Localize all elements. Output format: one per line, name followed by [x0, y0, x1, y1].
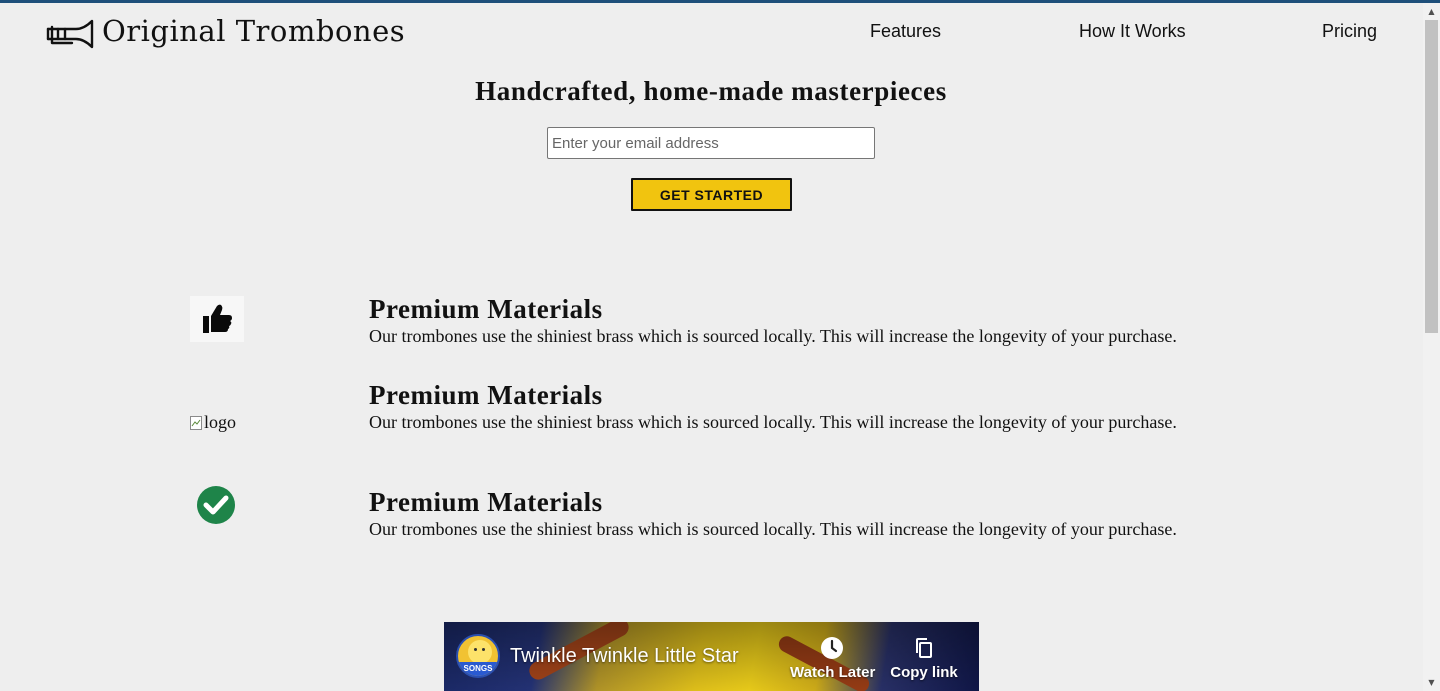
feature-title: Premium Materials — [369, 380, 603, 410]
video-title[interactable]: Twinkle Twinkle Little Star — [510, 645, 739, 668]
channel-badge: SONGS — [458, 662, 498, 676]
scrollbar-thumb[interactable] — [1425, 20, 1438, 333]
brand-name: Original Trombones — [102, 14, 406, 48]
check-circle-icon — [196, 485, 236, 525]
channel-avatar[interactable]: SONGS — [456, 634, 500, 678]
avatar-face — [468, 640, 492, 664]
email-input[interactable] — [547, 127, 875, 159]
video-embed[interactable]: SONGS Twinkle Twinkle Little Star Watch … — [444, 622, 979, 691]
scroll-up-arrow-icon[interactable]: ▲ — [1423, 3, 1440, 20]
feature-description: Our trombones use the shiniest brass whi… — [369, 326, 1177, 346]
feature-description: Our trombones use the shiniest brass whi… — [369, 412, 1177, 432]
logo-alt-text: logo — [204, 412, 237, 432]
hero-title: Handcrafted, home-made masterpieces — [475, 76, 947, 106]
nav-how-it-works[interactable]: How It Works — [1079, 21, 1186, 42]
scroll-down-arrow-icon[interactable]: ▼ — [1423, 674, 1440, 691]
get-started-button[interactable]: GET STARTED — [631, 178, 792, 211]
nav-features[interactable]: Features — [870, 21, 941, 42]
watch-later-button[interactable]: Watch Later — [790, 636, 876, 681]
feature-title: Premium Materials — [369, 487, 603, 517]
clock-icon — [821, 637, 843, 659]
vertical-scrollbar[interactable]: ▲ ▼ — [1423, 3, 1440, 691]
avatar-eyes — [474, 648, 477, 651]
top-border — [0, 0, 1440, 3]
trombone-logo-icon[interactable] — [46, 18, 96, 50]
copy-link-label: Copy link — [890, 664, 958, 681]
nav-pricing[interactable]: Pricing — [1322, 21, 1377, 42]
copy-icon — [916, 638, 932, 658]
thumbs-up-icon — [190, 296, 244, 342]
feature-title: Premium Materials — [369, 294, 603, 324]
copy-link-button[interactable]: Copy link — [889, 636, 959, 681]
logo-broken-image-icon: logo — [190, 412, 236, 433]
feature-description: Our trombones use the shiniest brass whi… — [369, 519, 1177, 539]
watch-later-label: Watch Later — [790, 664, 876, 681]
